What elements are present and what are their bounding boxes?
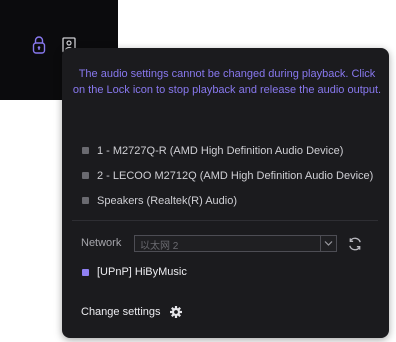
chevron-down-icon[interactable] xyxy=(320,236,336,251)
audio-output-popup: The audio settings cannot be changed dur… xyxy=(62,48,389,338)
device-indicator xyxy=(82,197,89,204)
network-label: Network xyxy=(81,237,122,249)
device-label: 1 - M2727Q-R (AMD High Definition Audio … xyxy=(97,144,344,157)
device-label: 2 - LECOO M2712Q (AMD High Definition Au… xyxy=(97,169,374,182)
refresh-icon[interactable] xyxy=(347,236,363,252)
device-indicator xyxy=(82,268,89,276)
divider xyxy=(72,220,378,221)
gear-icon[interactable] xyxy=(169,305,183,319)
device-indicator xyxy=(82,172,89,179)
change-settings-button[interactable]: Change settings xyxy=(81,305,183,319)
upnp-device-label: [UPnP] HiByMusic xyxy=(97,266,187,278)
change-settings-label: Change settings xyxy=(81,306,161,318)
audio-device-item[interactable]: Speakers (Realtek(R) Audio) xyxy=(82,188,382,213)
audio-device-list: 1 - M2727Q-R (AMD High Definition Audio … xyxy=(82,138,382,213)
device-indicator xyxy=(82,147,89,154)
network-select[interactable]: 以太网 2 xyxy=(134,235,337,252)
network-select-value: 以太网 2 xyxy=(140,241,179,252)
upnp-device-item[interactable]: [UPnP] HiByMusic xyxy=(82,266,187,278)
device-label: Speakers (Realtek(R) Audio) xyxy=(97,194,238,207)
lock-icon[interactable] xyxy=(31,35,47,55)
audio-device-item[interactable]: 1 - M2727Q-R (AMD High Definition Audio … xyxy=(82,138,382,163)
audio-device-item[interactable]: 2 - LECOO M2712Q (AMD High Definition Au… xyxy=(82,163,382,188)
playback-lock-warning: The audio settings cannot be changed dur… xyxy=(72,68,382,96)
